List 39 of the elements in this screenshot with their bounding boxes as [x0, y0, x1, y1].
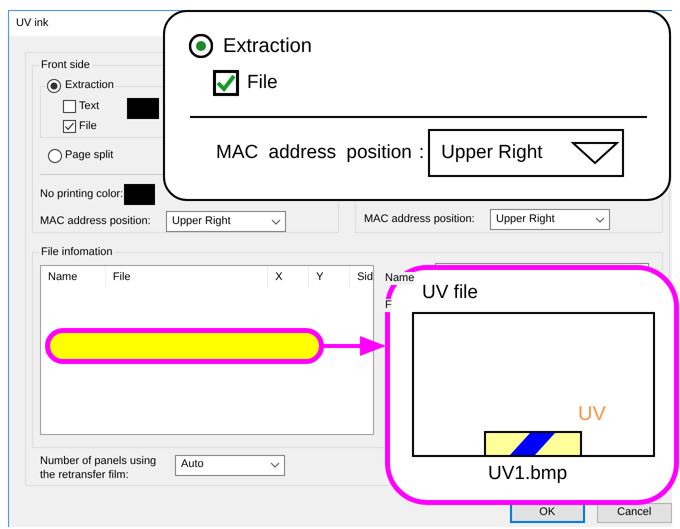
colon-text: : [418, 142, 424, 164]
dropdown[interactable]: Upper Right [166, 211, 286, 232]
file-name: UV1.bmp [488, 462, 568, 486]
chevron-down-icon[interactable] [271, 218, 281, 225]
checkbox[interactable] [213, 70, 239, 96]
callout-title: UV file [422, 282, 479, 305]
color-swatch[interactable] [127, 98, 159, 119]
radio-button[interactable] [47, 79, 61, 93]
radio-button[interactable] [189, 34, 213, 58]
radio-label[interactable]: Extraction [223, 34, 312, 58]
checkbox[interactable] [63, 100, 76, 114]
triangle-down-icon[interactable] [571, 141, 620, 165]
ok-button[interactable]: OK [510, 503, 585, 523]
column-header[interactable]: File [106, 266, 268, 288]
field-label: No printing color: [40, 188, 124, 202]
radio-label[interactable]: Page split [65, 149, 114, 163]
field-label: F [385, 299, 392, 312]
chevron-down-icon[interactable] [595, 216, 605, 222]
column-header[interactable]: Name [41, 266, 106, 288]
radio-button[interactable] [48, 149, 62, 163]
dropdown[interactable]: Upper Right [428, 129, 624, 177]
column-header[interactable]: X [268, 266, 310, 288]
checkbox-label[interactable]: File [79, 120, 97, 134]
dropdown[interactable]: Auto [175, 454, 285, 476]
column-header[interactable]: Y [309, 266, 350, 288]
uv-label: UV [578, 402, 606, 426]
field-label: Name [385, 272, 414, 286]
field-label: MAC address position: [40, 215, 152, 228]
checkbox-label[interactable]: Text [79, 100, 100, 114]
dropdown[interactable]: Upper Right [490, 209, 610, 230]
field-label: MAC address position [216, 142, 412, 164]
color-swatch[interactable] [124, 184, 156, 206]
cancel-button[interactable]: Cancel [596, 503, 672, 523]
chevron-down-icon[interactable] [270, 462, 280, 468]
field-label: MAC address position: [364, 212, 476, 226]
checkbox-label[interactable]: File [247, 72, 278, 94]
field-label: Number of panels using the retransfer film: [40, 454, 158, 482]
column-header[interactable]: Sid [350, 266, 374, 288]
checkbox[interactable] [63, 120, 76, 134]
